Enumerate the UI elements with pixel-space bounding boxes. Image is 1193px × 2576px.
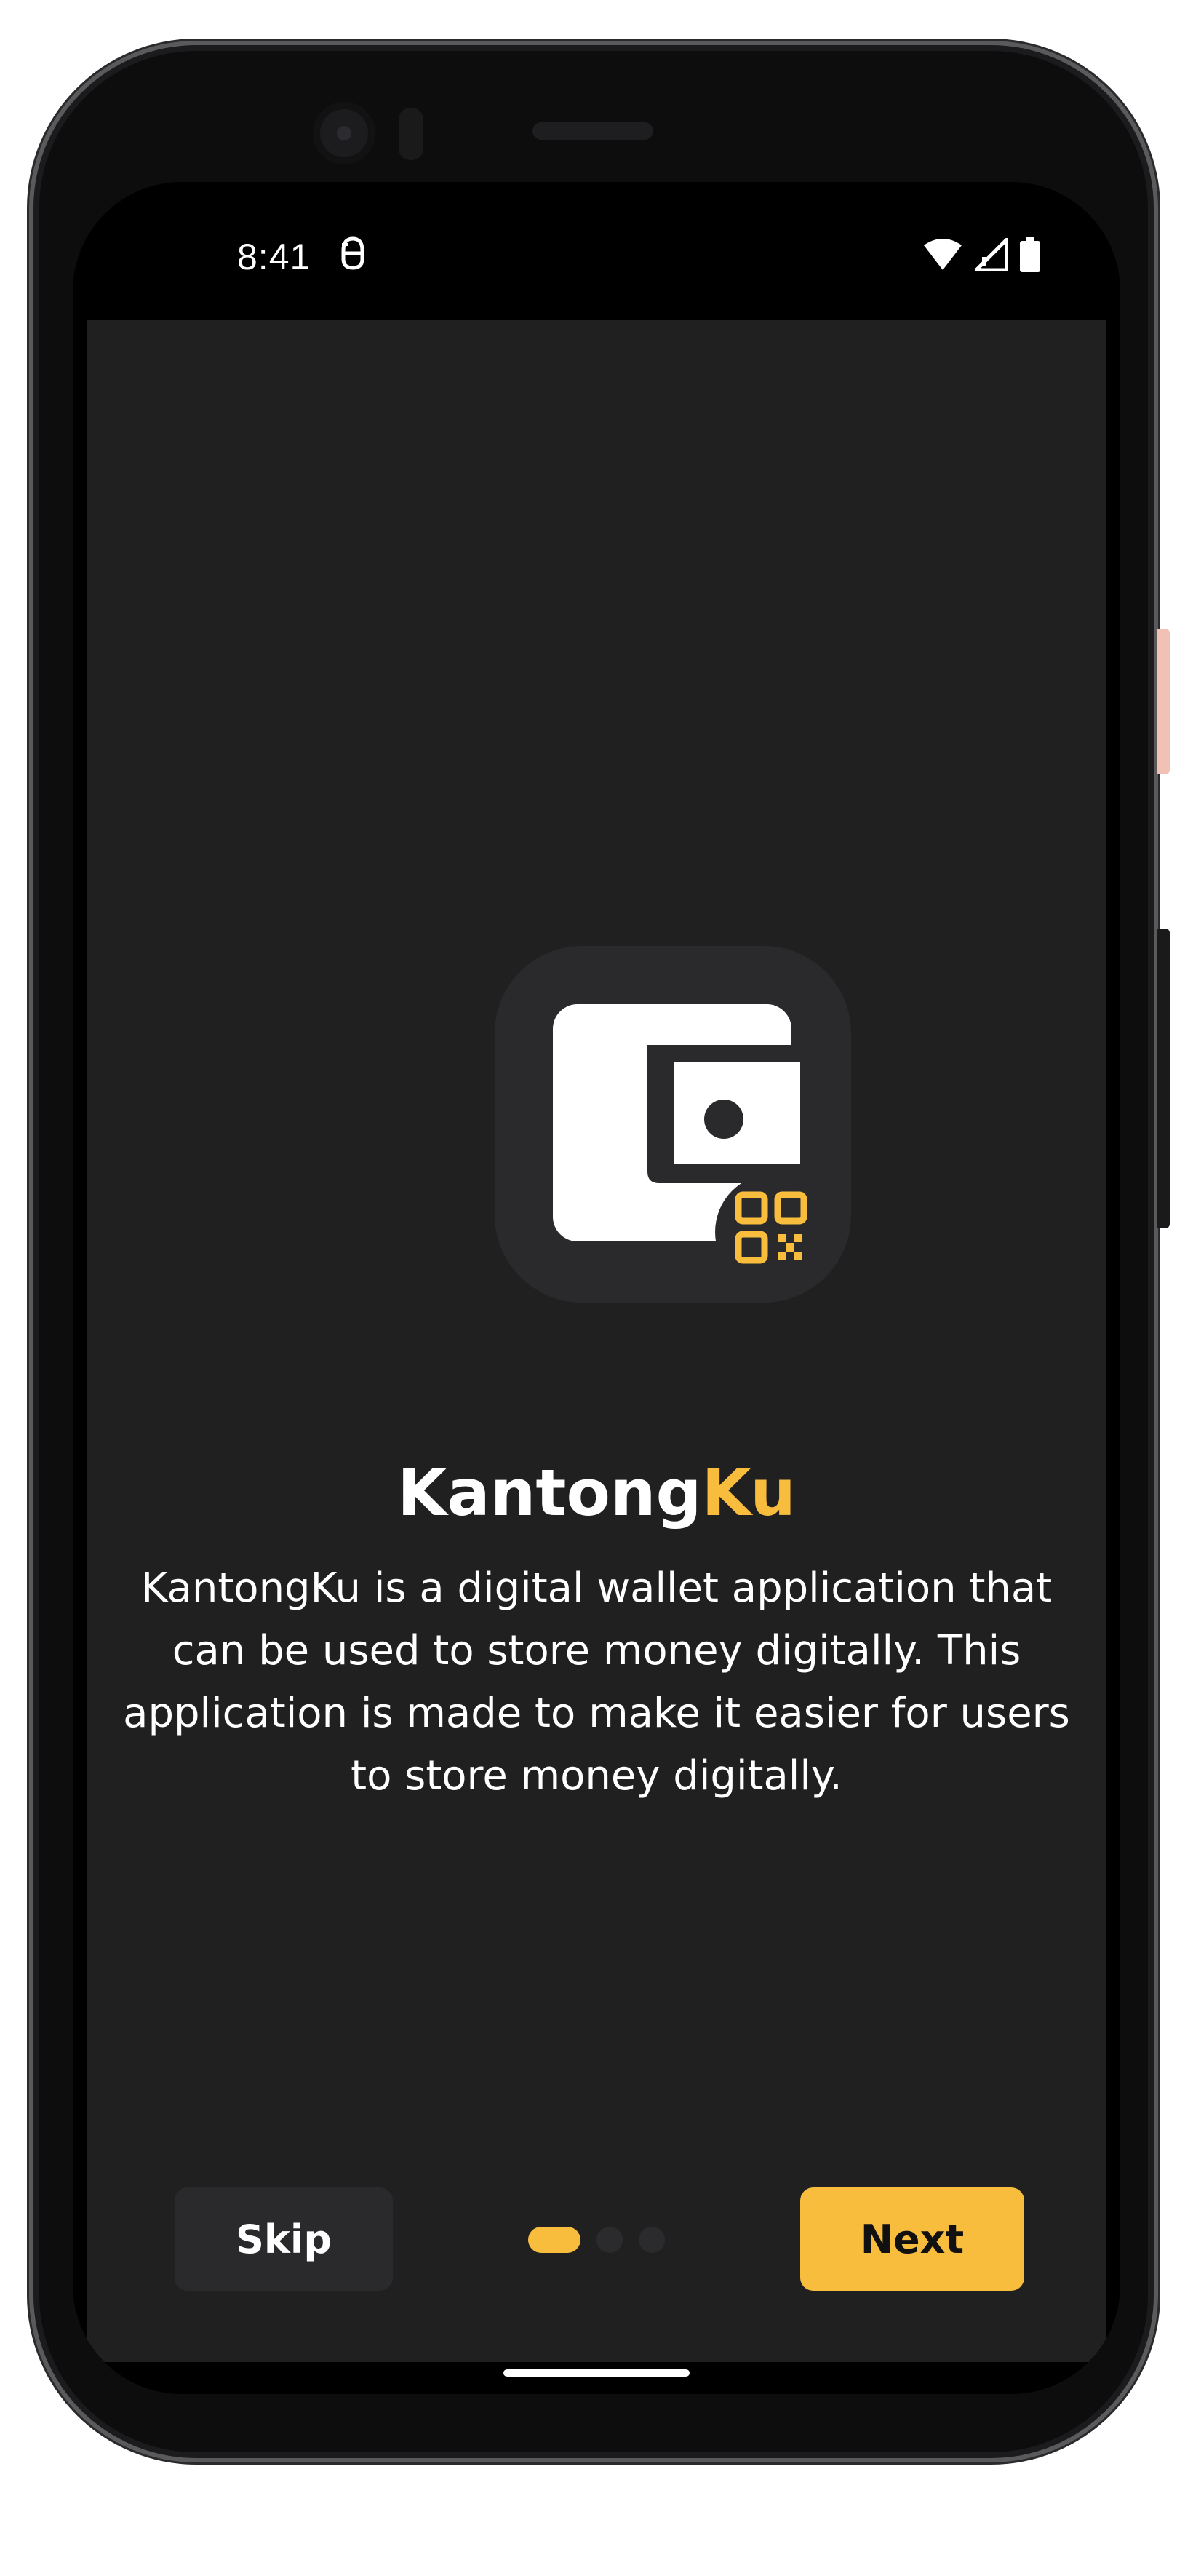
- assistant-face-icon: [341, 236, 364, 270]
- page-dot-3[interactable]: [639, 2227, 665, 2253]
- signal-icon: [975, 238, 1008, 271]
- page-dot-2[interactable]: [596, 2227, 623, 2253]
- home-indicator[interactable]: [503, 2369, 690, 2377]
- page-dot-1-active[interactable]: [528, 2227, 580, 2253]
- volume-button: [1157, 929, 1170, 1228]
- status-time: 8:41: [237, 236, 311, 277]
- app-logo: [495, 946, 851, 1303]
- earpiece-speaker: [532, 122, 653, 140]
- next-button[interactable]: Next: [800, 2187, 1024, 2291]
- app-title-primary: Kantong: [397, 1455, 702, 1530]
- wallet-qr-icon: [553, 1004, 831, 1290]
- proximity-sensor: [399, 108, 423, 160]
- pagination-dots: [528, 2227, 665, 2253]
- phone-screen: 8:41 KantongKu KantongKu is a digital wa…: [73, 182, 1120, 2394]
- app-title: KantongKu: [87, 1455, 1106, 1530]
- battery-icon: [1020, 237, 1040, 272]
- skip-button[interactable]: Skip: [175, 2187, 393, 2291]
- app-description: KantongKu is a digital wallet applicatio…: [123, 1565, 1070, 1800]
- wifi-icon: [924, 239, 962, 270]
- power-button: [1157, 629, 1170, 774]
- front-camera: [313, 102, 375, 164]
- app-title-accent: Ku: [701, 1455, 796, 1530]
- status-icons: [922, 237, 1040, 272]
- onboarding-screen: KantongKu KantongKu is a digital wallet …: [87, 320, 1106, 2362]
